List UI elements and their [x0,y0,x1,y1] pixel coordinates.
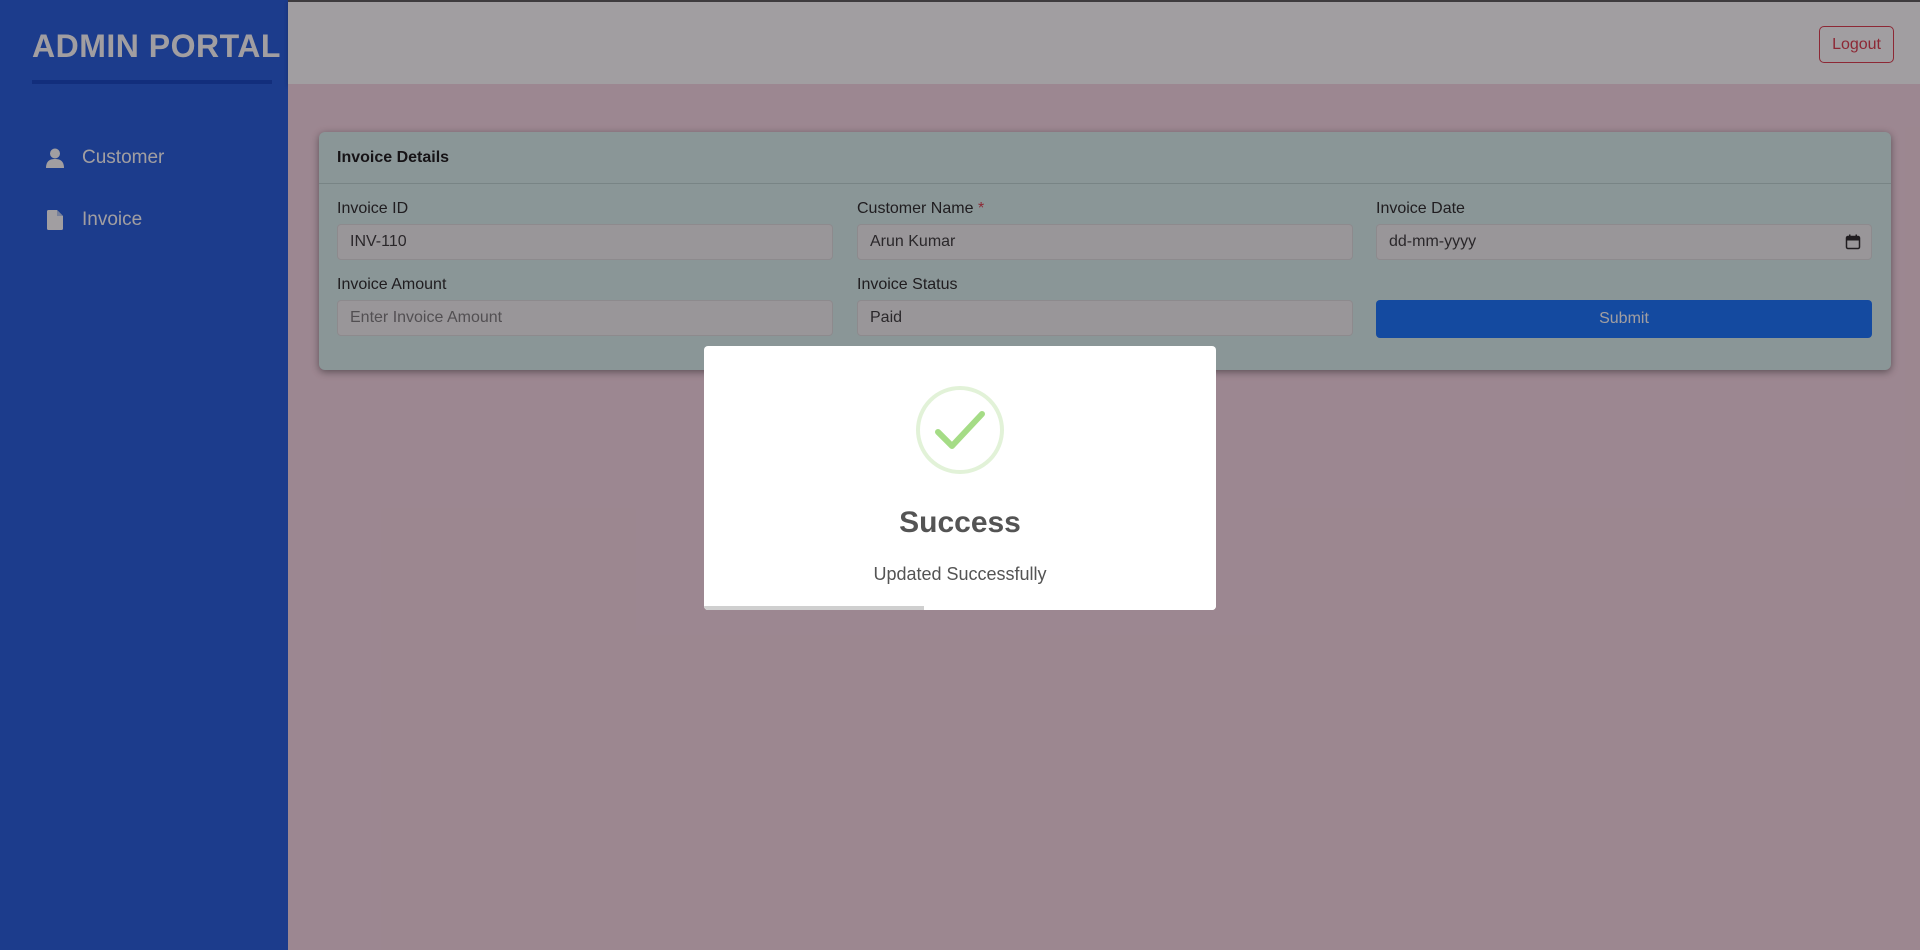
timer-progress-bar [704,606,925,610]
success-dialog: Success Updated Successfully [704,346,1216,610]
dialog-message: Updated Successfully [873,564,1047,584]
dialog-title: Success [899,506,1021,539]
success-check-icon [935,411,985,449]
